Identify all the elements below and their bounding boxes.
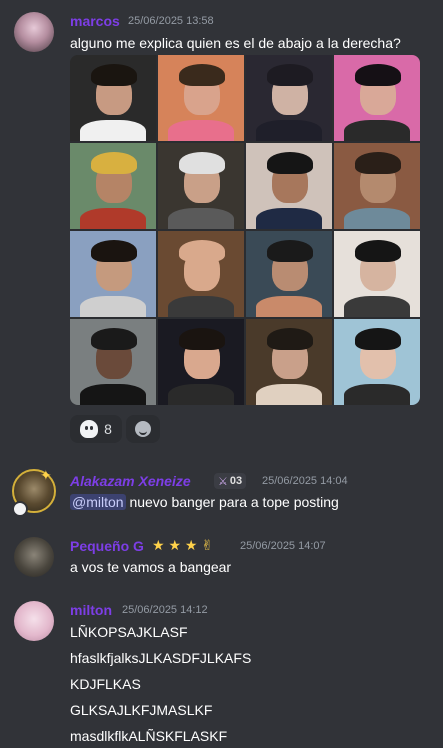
photo-shirt: [256, 384, 322, 405]
photo-shirt: [344, 296, 410, 317]
mention-milton[interactable]: @milton: [70, 494, 126, 510]
message-line: LÑKOPSAJKLASF: [70, 624, 188, 640]
photo-shirt: [80, 384, 146, 405]
timestamp-marcos: 25/06/2025 13:58: [128, 15, 214, 27]
photo-hair: [266, 151, 314, 174]
grid-photo[interactable]: [70, 143, 156, 229]
photo-shirt: [256, 208, 322, 229]
ghost-emoji-icon: [80, 420, 99, 438]
timestamp-pequeno-g: 25/06/2025 14:07: [240, 540, 326, 552]
grid-photo[interactable]: [246, 143, 332, 229]
message-marcos: marcos 25/06/2025 13:58 alguno me explic…: [0, 0, 443, 455]
photo-hair: [266, 63, 314, 86]
photo-hair: [90, 239, 138, 262]
grid-photo[interactable]: [334, 231, 420, 317]
photo-hair: [90, 327, 138, 350]
photo-shirt: [168, 384, 234, 405]
grid-photo[interactable]: [158, 55, 244, 141]
badge-label: 03: [229, 475, 243, 487]
photo-shirt: [256, 296, 322, 317]
photo-shirt: [168, 296, 234, 317]
message-alakazam: ✦ Alakazam Xeneize ⚔ 03 25/06/2025 14:04…: [0, 455, 443, 525]
photo-shirt: [80, 296, 146, 317]
photo-hair: [354, 63, 402, 86]
sparkle-icon: ✦: [40, 467, 52, 483]
photo-hair: [266, 327, 314, 350]
username-alakazam[interactable]: Alakazam Xeneize: [70, 473, 191, 489]
message-text-marcos: alguno me explica quien es el de abajo a…: [70, 35, 401, 51]
add-reaction-icon: [135, 421, 151, 437]
reaction-count: 8: [104, 421, 112, 437]
grid-photo[interactable]: [158, 319, 244, 405]
photo-hair: [178, 327, 226, 350]
timestamp-milton: 25/06/2025 14:12: [122, 604, 208, 616]
status-icon: [12, 501, 28, 517]
grid-photo[interactable]: [334, 319, 420, 405]
photo-hair: [178, 63, 226, 86]
grid-photo[interactable]: [334, 55, 420, 141]
photo-hair: [354, 327, 402, 350]
username-marcos[interactable]: marcos: [70, 13, 120, 29]
server-tag-badge[interactable]: ⚔ 03: [214, 473, 247, 489]
message-text-pequeno-g: a vos te vamos a bangear: [70, 559, 232, 575]
image-grid[interactable]: [70, 55, 420, 405]
grid-photo[interactable]: [334, 143, 420, 229]
avatar-marcos[interactable]: [14, 12, 54, 52]
timestamp-alakazam: 25/06/2025 14:04: [262, 475, 348, 487]
grid-photo[interactable]: [246, 319, 332, 405]
photo-shirt: [256, 120, 322, 141]
photo-hair: [90, 63, 138, 86]
grid-photo[interactable]: [246, 55, 332, 141]
add-reaction-button[interactable]: [126, 415, 160, 443]
photo-shirt: [80, 120, 146, 141]
grid-photo[interactable]: [158, 231, 244, 317]
photo-hair: [354, 239, 402, 262]
photo-hair: [354, 151, 402, 174]
message-line: hfaslkfjalksJLKASDFJLKAFS: [70, 650, 252, 666]
username-pequeno-g[interactable]: Pequeño G: [70, 538, 144, 554]
message-line: masdlkflkALÑSKFLASKF: [70, 728, 228, 744]
avatar-pequeno-g[interactable]: [14, 537, 54, 577]
message-body: nuevo banger para a tope posting: [125, 494, 339, 510]
sword-icon: ⚔: [218, 475, 228, 488]
photo-shirt: [344, 208, 410, 229]
avatar-milton[interactable]: [14, 601, 54, 641]
photo-shirt: [168, 120, 234, 141]
grid-photo[interactable]: [158, 143, 244, 229]
photo-shirt: [344, 120, 410, 141]
photo-hair: [178, 239, 226, 262]
grid-photo[interactable]: [70, 319, 156, 405]
grid-photo[interactable]: [70, 231, 156, 317]
photo-hair: [266, 239, 314, 262]
message-line: GLKSAJLKFJMASLKF: [70, 702, 213, 718]
grid-photo[interactable]: [70, 55, 156, 141]
message-milton: milton 25/06/2025 14:12 LÑKOPSAJKLASF hf…: [0, 590, 443, 748]
photo-shirt: [168, 208, 234, 229]
photo-hair: [178, 151, 226, 174]
photo-shirt: [80, 208, 146, 229]
photo-hair: [90, 151, 138, 174]
username-milton[interactable]: milton: [70, 602, 112, 618]
message-line: KDJFLKAS: [70, 676, 141, 692]
message-pequeno-g: Pequeño G ★ ★ ★ ✌ 25/06/2025 14:07 a vos…: [0, 525, 443, 590]
grid-photo[interactable]: [246, 231, 332, 317]
reaction-ghost[interactable]: 8: [70, 415, 122, 443]
message-text-alakazam: @milton nuevo banger para a tope posting: [70, 494, 339, 510]
photo-shirt: [344, 384, 410, 405]
star-decoration: ★ ★ ★ ✌: [152, 537, 214, 553]
